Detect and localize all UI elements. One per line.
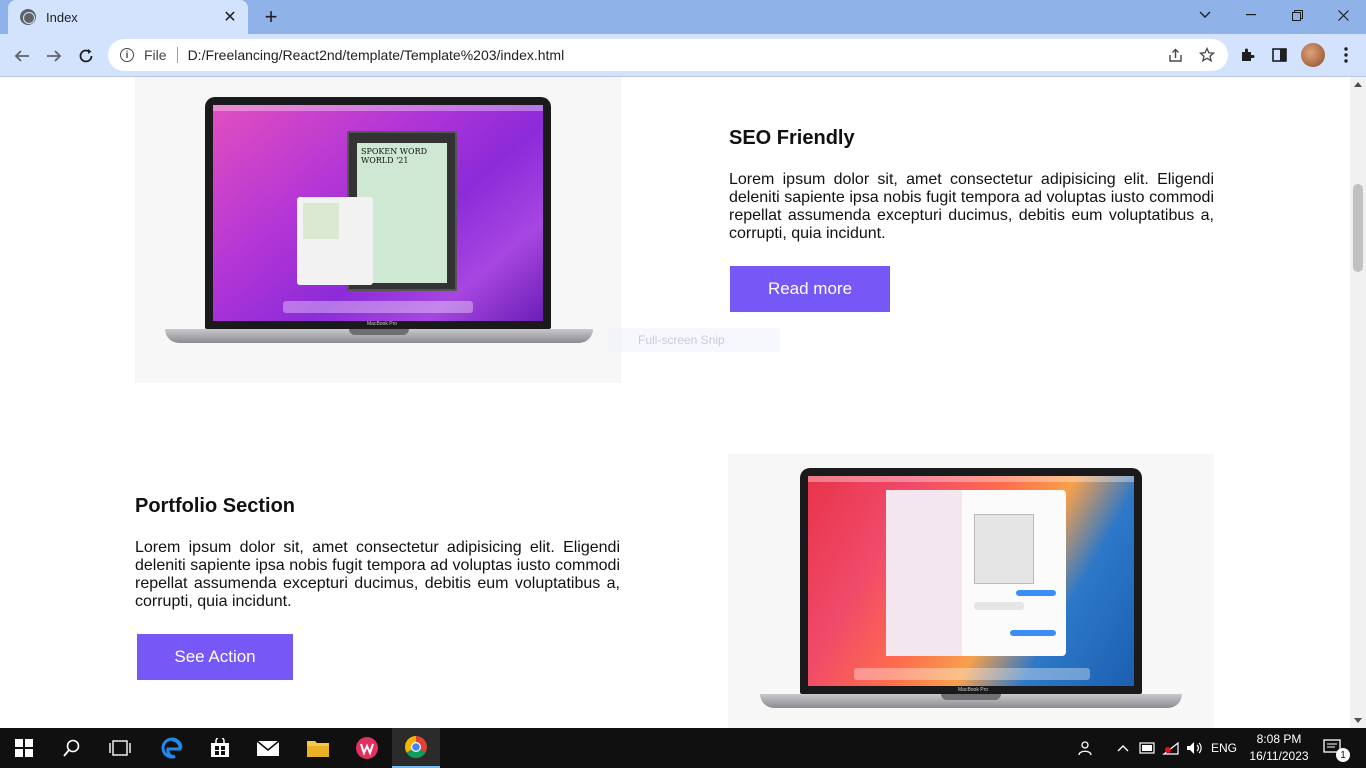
laptop-image: MacBook Pro <box>760 468 1182 718</box>
laptop-brand-label: MacBook Pro <box>958 687 989 693</box>
language-indicator[interactable]: ENG <box>1208 728 1240 768</box>
tab-title: Index <box>46 9 78 25</box>
edge-browser-icon[interactable] <box>148 728 196 768</box>
divider <box>176 47 178 63</box>
file-explorer-icon[interactable] <box>294 728 342 768</box>
bookmark-star-icon[interactable] <box>1192 39 1222 71</box>
windows-taskbar: ENG 8:08 PM 16/11/2023 1 <box>0 728 1366 768</box>
notification-count-badge: 1 <box>1336 748 1350 762</box>
mail-icon[interactable] <box>244 728 292 768</box>
reload-icon[interactable] <box>72 42 100 70</box>
forward-icon[interactable] <box>40 42 68 70</box>
task-view-icon[interactable] <box>96 728 144 768</box>
comic-image <box>974 514 1034 584</box>
map-thumbnail <box>303 203 339 239</box>
messages-sidebar <box>886 490 962 656</box>
minimize-button[interactable] <box>1228 0 1274 30</box>
info-icon[interactable]: i <box>120 48 134 62</box>
see-action-button[interactable]: See Action <box>137 634 293 680</box>
browser-toolbar: i File D:/Freelancing/React2nd/template/… <box>0 34 1366 77</box>
chrome-icon[interactable] <box>392 728 440 768</box>
portfolio-feature-image: MacBook Pro <box>728 454 1214 728</box>
scroll-up-arrow-icon[interactable] <box>1354 82 1362 87</box>
laptop-screen <box>808 476 1134 686</box>
notifications-icon[interactable]: 1 <box>1316 728 1352 768</box>
snip-tooltip: Full-screen Snip <box>608 328 780 352</box>
section-title-seo: SEO Friendly <box>729 127 855 149</box>
laptop-brand-label: MacBook Pro <box>367 321 398 327</box>
page-viewport: SPOKEN WORD WORLD '21 MacBook Pro SEO Fr… <box>0 77 1350 728</box>
menu-kebab-icon[interactable] <box>1334 43 1358 67</box>
scroll-down-arrow-icon[interactable] <box>1354 718 1362 723</box>
screen-menubar <box>213 105 543 111</box>
microsoft-store-icon[interactable] <box>196 728 244 768</box>
laptop-image: SPOKEN WORD WORLD '21 MacBook Pro <box>165 97 593 347</box>
side-panel-icon[interactable] <box>1267 43 1291 67</box>
url-text[interactable]: D:/Freelancing/React2nd/template/Templat… <box>188 47 565 63</box>
section-title-portfolio: Portfolio Section <box>135 495 295 517</box>
network-icon[interactable] <box>1160 728 1182 768</box>
clock[interactable]: 8:08 PM 16/11/2023 <box>1248 731 1310 765</box>
browser-tab-strip: Index ✕ + <box>0 0 1366 34</box>
screen-dock <box>283 301 473 313</box>
section-body-seo: Lorem ipsum dolor sit, amet consectetur … <box>729 171 1214 242</box>
url-scheme-label: File <box>144 47 167 63</box>
section-body-portfolio: Lorem ipsum dolor sit, amet consectetur … <box>135 539 620 610</box>
laptop-hinge <box>941 694 1001 700</box>
extensions-icon[interactable] <box>1235 43 1259 67</box>
scrollbar-thumb[interactable] <box>1353 184 1363 272</box>
back-icon[interactable] <box>8 42 36 70</box>
tab-search-icon[interactable] <box>1182 0 1228 30</box>
laptop-hinge <box>349 329 409 335</box>
page-scrollbar[interactable] <box>1350 77 1366 728</box>
map-window <box>297 197 373 285</box>
people-icon[interactable] <box>1074 728 1098 768</box>
clock-date: 16/11/2023 <box>1249 749 1309 763</box>
address-bar[interactable]: i File D:/Freelancing/React2nd/template/… <box>108 39 1228 71</box>
share-icon[interactable] <box>1160 39 1190 71</box>
restore-button[interactable] <box>1274 0 1320 30</box>
new-tab-button[interactable]: + <box>258 4 284 30</box>
chat-bubble <box>1016 590 1056 596</box>
profile-avatar[interactable] <box>1301 43 1325 67</box>
wps-office-icon[interactable] <box>343 728 391 768</box>
windows-start-icon[interactable] <box>0 728 48 768</box>
battery-icon[interactable] <box>1136 728 1158 768</box>
volume-icon[interactable] <box>1184 728 1206 768</box>
clock-time: 8:08 PM <box>1256 732 1302 746</box>
browser-tab[interactable]: Index ✕ <box>8 0 248 34</box>
laptop-screen: SPOKEN WORD WORLD '21 <box>213 105 543 321</box>
search-icon[interactable] <box>48 728 96 768</box>
read-more-button[interactable]: Read more <box>730 266 890 312</box>
chat-bubble <box>974 602 1024 610</box>
close-window-button[interactable] <box>1320 0 1366 30</box>
messages-window <box>886 490 1066 656</box>
seo-feature-image: SPOKEN WORD WORLD '21 MacBook Pro <box>135 77 621 383</box>
globe-icon <box>20 9 36 25</box>
chat-bubble <box>1010 630 1056 636</box>
chevron-up-icon[interactable] <box>1112 728 1134 768</box>
screen-menubar <box>808 476 1134 482</box>
close-tab-icon[interactable]: ✕ <box>218 5 242 29</box>
screen-dock <box>854 668 1090 680</box>
